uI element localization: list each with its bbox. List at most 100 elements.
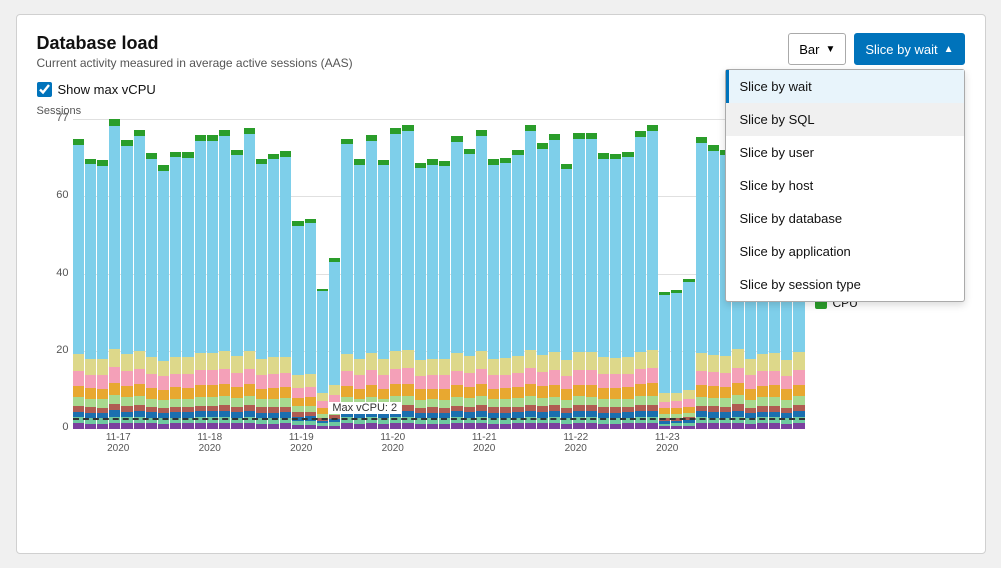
bar-group: [573, 119, 584, 429]
bar-segment: [207, 385, 218, 397]
bar-group: [378, 119, 389, 429]
bar-segment: [537, 149, 548, 355]
bar-segment: [366, 370, 377, 385]
bar-segment: [708, 386, 719, 397]
bar-segment: [757, 371, 768, 385]
bar-segment: [219, 351, 230, 369]
bar-segment: [378, 165, 389, 359]
bar-segment: [390, 351, 401, 369]
bar-group: [622, 119, 633, 429]
x-tick-label: 11-202020: [347, 432, 439, 454]
bar-segment: [85, 359, 96, 375]
bar-segment: [464, 154, 475, 356]
bar-segment: [537, 372, 548, 386]
slice-dropdown-button[interactable]: Slice by wait ▲: [854, 33, 964, 65]
slice-option-application[interactable]: Slice by application: [726, 235, 964, 268]
bar-segment: [73, 145, 84, 354]
bar-segment: [109, 126, 120, 349]
bar-segment: [488, 165, 499, 359]
bar-segment: [781, 376, 792, 389]
bar-segment: [769, 385, 780, 397]
bar-segment: [109, 395, 120, 404]
bars-area: [73, 119, 805, 429]
bar-segment: [573, 385, 584, 397]
bar-segment: [341, 371, 352, 386]
chart-container: 776040200 11-17202011-18202011-19202011-…: [37, 119, 805, 459]
bar-segment: [390, 369, 401, 384]
chart-type-label: Bar: [799, 42, 819, 57]
bar-segment: [549, 385, 560, 397]
x-tick-label: 11-182020: [164, 432, 256, 454]
bar-segment: [512, 356, 523, 373]
bar-segment: [720, 356, 731, 373]
bar-segment: [97, 399, 108, 407]
bar-segment: [305, 387, 316, 398]
bar-segment: [73, 354, 84, 371]
bar-group: [696, 119, 707, 429]
slice-option-user[interactable]: Slice by user: [726, 136, 964, 169]
slice-option-host[interactable]: Slice by host: [726, 169, 964, 202]
bar-segment: [512, 387, 523, 398]
bar-segment: [268, 374, 279, 388]
bar-segment: [451, 385, 462, 397]
bar-segment: [366, 141, 377, 353]
bar-segment: [256, 375, 267, 389]
bar-segment: [573, 352, 584, 370]
slice-option-session[interactable]: Slice by session type: [726, 268, 964, 301]
bar-segment: [280, 357, 291, 374]
bar-segment: [647, 396, 658, 405]
bar-group: [451, 119, 462, 429]
bar-group: [439, 119, 450, 429]
bar-group: [146, 119, 157, 429]
bar-segment: [732, 349, 743, 367]
max-vcpu-label: Max vCPU: 2: [328, 402, 401, 414]
bar-segment: [244, 134, 255, 351]
bar-group: [256, 119, 267, 429]
y-axis-label: Sessions: [37, 105, 805, 117]
bar-segment: [561, 360, 572, 376]
bar-segment: [732, 395, 743, 404]
bar-segment: [146, 399, 157, 407]
bar-segment: [622, 374, 633, 388]
bar-segment: [757, 386, 768, 398]
bar-segment: [635, 396, 646, 405]
bar-segment: [366, 353, 377, 371]
bar-segment: [146, 374, 157, 388]
bar-segment: [512, 398, 523, 406]
bar-group: [683, 119, 694, 429]
bar-segment: [158, 171, 169, 361]
bar-segment: [500, 399, 511, 407]
bar-group: [525, 119, 536, 429]
bar-segment: [586, 139, 597, 352]
bar-segment: [793, 385, 804, 397]
bar-segment: [231, 387, 242, 398]
bar-group: [219, 119, 230, 429]
bar-segment: [97, 375, 108, 388]
bar-segment: [598, 374, 609, 388]
slice-option-wait[interactable]: Slice by wait: [726, 70, 964, 103]
bar-segment: [573, 370, 584, 385]
slice-option-sql[interactable]: Slice by SQL: [726, 103, 964, 136]
bar-segment: [390, 384, 401, 396]
bar-group: [415, 119, 426, 429]
bar-group: [647, 119, 658, 429]
bar-segment: [85, 388, 96, 399]
show-vcpu-checkbox[interactable]: [37, 82, 52, 97]
bar-segment: [635, 352, 646, 370]
bar-segment: [488, 399, 499, 407]
bar-segment: [451, 371, 462, 386]
bar-segment: [158, 400, 169, 408]
bar-segment: [525, 396, 536, 405]
title-block: Database load Current activity measured …: [37, 33, 353, 70]
bar-segment: [512, 155, 523, 356]
bar-segment: [451, 397, 462, 406]
bar-group: [549, 119, 560, 429]
chart-type-dropdown[interactable]: Bar ▼: [788, 33, 846, 65]
bar-segment: [73, 397, 84, 406]
slice-option-database[interactable]: Slice by database: [726, 202, 964, 235]
bar-segment: [219, 136, 230, 351]
bar-segment: [219, 384, 230, 396]
bar-segment: [476, 351, 487, 369]
bar-segment: [231, 155, 242, 356]
bar-segment: [610, 399, 621, 407]
